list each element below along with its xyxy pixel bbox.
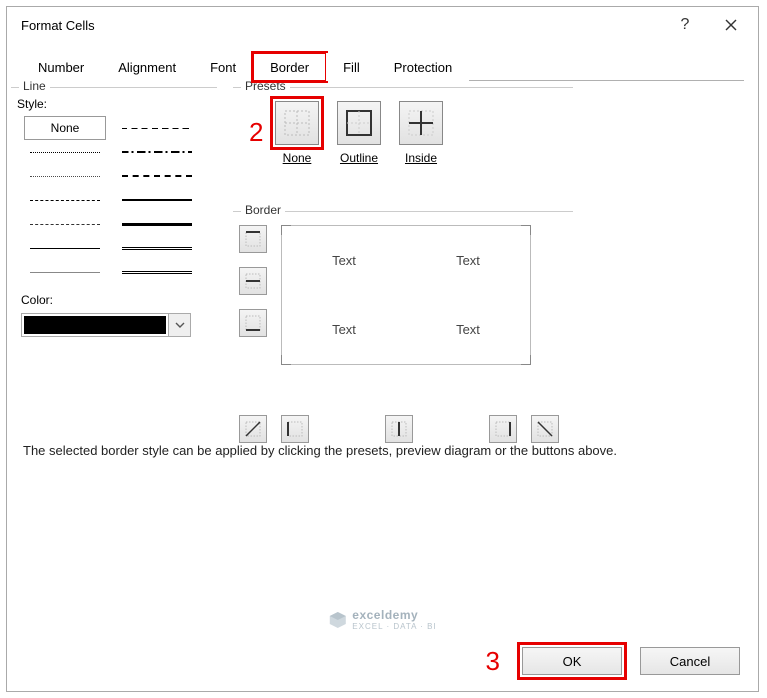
- cancel-button[interactable]: Cancel: [640, 647, 740, 675]
- line-style-option[interactable]: [25, 237, 105, 259]
- border-horizontal-icon: [244, 272, 262, 290]
- border-vertical-icon: [390, 420, 408, 438]
- preset-inside-icon: [406, 108, 436, 138]
- border-bottom-button[interactable]: [239, 309, 267, 337]
- line-group: Line Style: None Color:: [11, 87, 217, 417]
- line-style-option[interactable]: [117, 237, 197, 259]
- description-text: The selected border style can be applied…: [23, 441, 742, 461]
- preset-inside-label: Inside: [399, 151, 443, 165]
- border-diagonal-up-icon: [244, 420, 262, 438]
- preset-outline[interactable]: Outline: [337, 101, 381, 165]
- dialog-buttons: OK Cancel: [522, 647, 740, 675]
- border-right-icon: [494, 420, 512, 438]
- line-style-option[interactable]: [25, 165, 105, 187]
- border-diagonal-down-button[interactable]: [531, 415, 559, 443]
- preset-none-icon: [282, 108, 312, 138]
- line-style-option[interactable]: [117, 141, 197, 163]
- dialog-content: Line Style: None Color:: [7, 81, 758, 691]
- close-button[interactable]: [708, 8, 754, 42]
- line-style-option[interactable]: [117, 165, 197, 187]
- line-style-option[interactable]: [25, 213, 105, 235]
- tab-alignment[interactable]: Alignment: [101, 53, 193, 81]
- titlebar: Format Cells ?: [7, 7, 758, 43]
- format-cells-dialog: Format Cells ? Number Alignment Font Bor…: [6, 6, 759, 692]
- tab-fill[interactable]: Fill: [326, 53, 377, 81]
- close-icon: [725, 19, 737, 31]
- border-left-icon: [286, 420, 304, 438]
- border-diagonal-down-icon: [536, 420, 554, 438]
- line-group-label: Line: [19, 79, 50, 93]
- border-horizontal-button[interactable]: [239, 267, 267, 295]
- border-right-button[interactable]: [489, 415, 517, 443]
- ok-button[interactable]: OK: [522, 647, 622, 675]
- border-group-label: Border: [241, 203, 285, 217]
- preset-none[interactable]: None: [275, 101, 319, 165]
- dialog-title: Format Cells: [21, 18, 662, 33]
- watermark-icon: [328, 611, 346, 629]
- border-bottom-icon: [244, 314, 262, 332]
- help-button[interactable]: ?: [662, 8, 708, 42]
- color-label: Color:: [21, 293, 217, 307]
- line-style-option[interactable]: [117, 189, 197, 211]
- presets-group: Presets None: [233, 87, 573, 207]
- line-style-none[interactable]: None: [25, 117, 105, 139]
- border-vertical-button[interactable]: [385, 415, 413, 443]
- line-style-option[interactable]: [25, 261, 105, 283]
- tab-number[interactable]: Number: [21, 53, 101, 81]
- preset-outline-icon: [344, 108, 374, 138]
- line-style-option[interactable]: [117, 261, 197, 283]
- border-diagonal-up-button[interactable]: [239, 415, 267, 443]
- tab-font[interactable]: Font: [193, 53, 253, 81]
- watermark: exceldemy EXCEL · DATA · BI: [328, 608, 436, 631]
- chevron-down-icon: [175, 322, 185, 328]
- border-left-button[interactable]: [281, 415, 309, 443]
- annotation-2: 2: [249, 117, 263, 148]
- line-style-option[interactable]: [117, 213, 197, 235]
- tabstrip: Number Alignment Font Border Fill Protec…: [7, 53, 758, 81]
- annotation-3: 3: [486, 646, 500, 677]
- border-top-button[interactable]: [239, 225, 267, 253]
- preset-outline-label: Outline: [337, 151, 381, 165]
- line-style-option[interactable]: [25, 189, 105, 211]
- tab-border[interactable]: Border: [253, 53, 326, 81]
- color-dropdown-arrow[interactable]: [168, 314, 190, 336]
- color-swatch: [24, 316, 166, 334]
- preset-inside[interactable]: Inside: [399, 101, 443, 165]
- line-style-option[interactable]: [117, 117, 197, 139]
- border-group: Border Text Text: [233, 211, 573, 431]
- border-preview[interactable]: Text Text Text Text: [281, 225, 531, 365]
- color-dropdown[interactable]: [21, 313, 191, 337]
- line-style-option[interactable]: [25, 141, 105, 163]
- tab-protection[interactable]: Protection: [377, 53, 470, 81]
- preset-none-label: None: [275, 151, 319, 165]
- border-top-icon: [244, 230, 262, 248]
- presets-group-label: Presets: [241, 79, 290, 93]
- line-style-list[interactable]: None: [21, 115, 201, 275]
- style-label: Style:: [17, 97, 217, 111]
